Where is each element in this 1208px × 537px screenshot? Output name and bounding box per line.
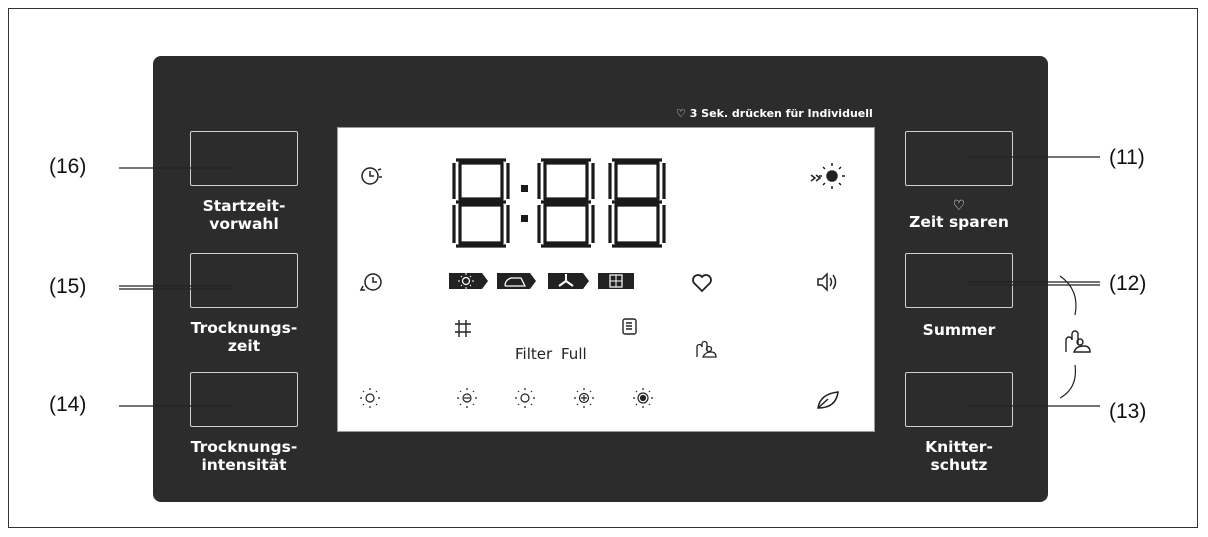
sun-arrows-icon	[810, 163, 845, 189]
program-icons	[449, 273, 634, 289]
fan-icon	[548, 273, 589, 289]
clock-duration-icon	[359, 273, 382, 291]
heart-icon	[692, 274, 712, 293]
speaker-icon	[817, 272, 837, 292]
digit-2	[537, 158, 595, 248]
leaf-icon	[817, 391, 839, 409]
sun-icon	[360, 388, 380, 408]
digit-3	[608, 158, 666, 248]
sun-level-3-icon	[574, 388, 594, 408]
digit-1	[452, 158, 510, 248]
child-lock-icon	[1065, 330, 1091, 353]
grid-icon	[455, 320, 471, 337]
overlay-graphics	[119, 156, 1100, 409]
intensity-icons	[360, 388, 653, 408]
colon-dot-bottom	[521, 215, 528, 222]
sun-program-icon	[449, 273, 488, 289]
lock-bracket-bottom	[1059, 364, 1077, 399]
time-readout	[452, 158, 666, 248]
tank-icon	[622, 318, 637, 335]
sun-level-2-icon	[515, 388, 535, 408]
sun-level-1-icon	[457, 388, 477, 408]
sun-level-4-icon	[633, 388, 653, 408]
clock-start-icon	[361, 167, 382, 185]
child-lock-icon-display	[696, 340, 717, 358]
colon-dot-top	[521, 185, 528, 192]
